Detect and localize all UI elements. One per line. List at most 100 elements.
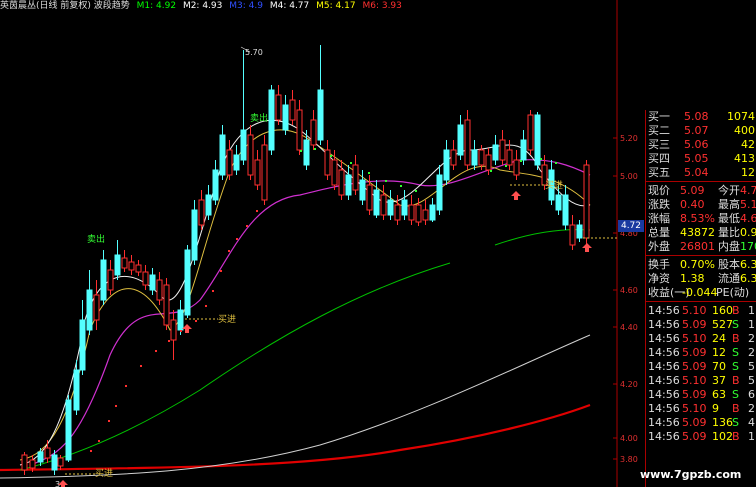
- stat-label: 今开: [718, 184, 740, 197]
- bid-volume: 413: [734, 152, 755, 165]
- signal-dot: [140, 365, 142, 367]
- signal-dot: [400, 185, 402, 187]
- sell-signal-label: 卖出: [87, 233, 105, 245]
- bid-row: 买二 5.07 400: [646, 124, 756, 138]
- ma-value-m6: M6: 3.93: [362, 1, 402, 11]
- candle-body: [443, 149, 450, 181]
- candle-body: [198, 199, 205, 226]
- candle-body: [79, 319, 86, 371]
- tick-volume: 37: [712, 374, 726, 387]
- stat-value: 0.70%: [680, 258, 715, 271]
- candle-body: [387, 199, 394, 216]
- candle-body: [352, 164, 359, 191]
- candle-body: [436, 174, 443, 211]
- stat-label: 外盘: [648, 240, 670, 253]
- tick-side: S: [732, 346, 739, 359]
- bid-label: 买五: [648, 166, 670, 179]
- bid-label: 买二: [648, 124, 670, 137]
- stat-value: 17071: [740, 240, 756, 253]
- candle-body: [275, 94, 282, 121]
- candle-body: [177, 309, 184, 331]
- ma-value-m1: M1: 4.92: [136, 1, 177, 11]
- stat-label: 现价: [648, 184, 670, 197]
- tick-volume: 9: [712, 402, 719, 415]
- bid-label: 买三: [648, 138, 670, 151]
- tick-count: 5: [748, 374, 755, 387]
- candle-body: [527, 114, 534, 151]
- candle-body: [100, 259, 107, 301]
- ma-value-m3: M3: 4.9: [229, 1, 263, 11]
- stat-row: 换手 0.70%股本6.30亿: [646, 258, 756, 272]
- candle-body: [464, 119, 471, 166]
- candle-body: [51, 454, 58, 471]
- tick-price: 5.10: [682, 402, 707, 415]
- signal-dot: [490, 170, 492, 172]
- candle-body: [513, 159, 520, 176]
- tick-price: 5.09: [682, 388, 707, 401]
- signal-dot: [220, 270, 222, 272]
- candle-body: [114, 254, 121, 276]
- price-tick-label: 4.60: [620, 286, 638, 295]
- candle-body: [170, 319, 177, 341]
- bid-price: 5.05: [684, 152, 709, 165]
- tick-price: 5.09: [682, 318, 707, 331]
- tick-time: 14:56: [648, 318, 680, 331]
- signal-dot: [98, 440, 100, 442]
- panel-separator: [646, 301, 756, 302]
- tick-side: B: [732, 430, 740, 443]
- candle-body: [499, 139, 506, 161]
- tick-count: 11: [748, 304, 756, 317]
- stat-label: 内盘: [718, 240, 740, 253]
- candle-body: [282, 104, 289, 131]
- candle-body: [331, 159, 338, 186]
- buy-signal-label-2: 买进: [95, 468, 113, 479]
- stat-value: 43872: [680, 226, 715, 239]
- kline-chart[interactable]: 5.205.004.804.604.404.204.003.80 5.70 卖出…: [0, 0, 645, 487]
- signal-dot: [195, 320, 197, 322]
- trade-tick-row: 14:56 5.09 63 S 6: [646, 388, 756, 402]
- candle-body: [422, 209, 429, 221]
- buy-signal-label-3: 买进: [545, 180, 563, 191]
- signal-dot: [236, 238, 238, 240]
- stat-label: 最低: [718, 212, 740, 225]
- bid-volume: 12: [741, 166, 755, 179]
- candle-body: [21, 454, 28, 471]
- stat-label: 涨跌: [648, 198, 670, 211]
- candle-body: [576, 224, 583, 239]
- stat-value: 4.70: [740, 184, 756, 197]
- candle-body: [534, 114, 541, 166]
- stat-value: 1.38: [680, 272, 705, 285]
- stat-label: 流通: [718, 272, 740, 285]
- signal-dot: [228, 250, 230, 252]
- signal-dot: [212, 290, 214, 292]
- candle-body: [471, 149, 478, 166]
- candle-body: [289, 99, 296, 121]
- candle-body: [408, 204, 415, 221]
- bid-price: 5.06: [684, 138, 709, 151]
- stat-label: 总量: [648, 226, 670, 239]
- tick-price: 5.09: [682, 360, 707, 373]
- signal-dot: [205, 305, 207, 307]
- tick-volume: 70: [712, 360, 726, 373]
- signal-dot: [330, 155, 332, 157]
- signal-dot: [385, 180, 387, 182]
- tick-time: 14:56: [648, 388, 680, 401]
- trade-tick-row: 14:56 5.09 102 B 1: [646, 430, 756, 444]
- signal-dot: [256, 210, 258, 212]
- price-tick-label: 3.80: [620, 455, 638, 464]
- stat-label: 涨幅: [648, 212, 670, 225]
- candle-body: [555, 194, 562, 211]
- signal-dot: [415, 190, 417, 192]
- trade-tick-row: 14:565.09 527S 11: [646, 318, 756, 332]
- candle-body: [317, 89, 324, 141]
- candle-body: [212, 169, 219, 201]
- candle-body: [121, 257, 128, 269]
- stat-value: 8.53%: [680, 212, 715, 225]
- candle-body: [569, 224, 576, 246]
- tick-price: 5.09: [682, 416, 707, 429]
- candlesticks: [21, 45, 590, 475]
- stat-label: 量比: [718, 226, 740, 239]
- stat-row: 收益(一) -0.044 PE(动): [646, 286, 756, 300]
- tick-volume: 12: [712, 346, 726, 359]
- candle-body: [191, 209, 198, 261]
